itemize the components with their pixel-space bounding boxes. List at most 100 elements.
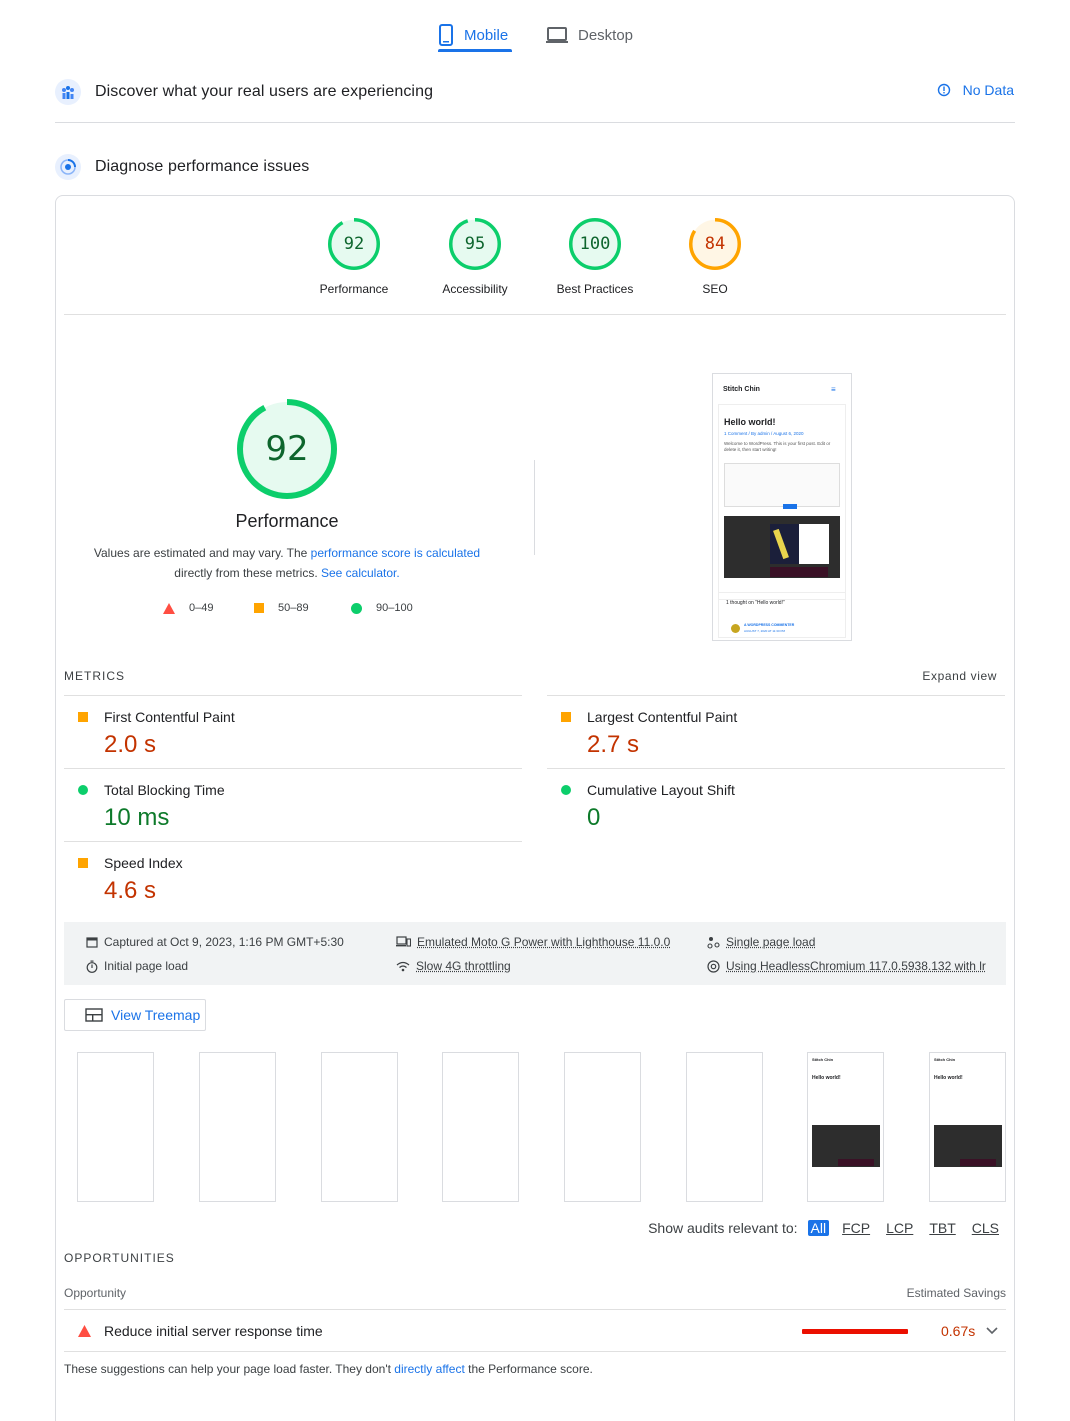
filter-lcp[interactable]: LCP xyxy=(883,1220,916,1236)
tab-desktop[interactable]: Desktop xyxy=(546,18,633,52)
tab-active-indicator xyxy=(438,49,512,52)
savings-column: Estimated Savings xyxy=(907,1286,1006,1300)
performance-big-label: Performance xyxy=(187,511,387,532)
frame-post-title: Hello world! xyxy=(812,1075,841,1081)
no-data-link[interactable]: No Data xyxy=(937,82,1014,98)
section-divider xyxy=(55,122,1015,123)
network-throttling[interactable]: Slow 4G throttling xyxy=(396,959,511,973)
filter-fcp[interactable]: FCP xyxy=(839,1220,873,1236)
metric-fcp: First Contentful Paint 2.0 s xyxy=(64,695,522,768)
metric-value: 4.6 s xyxy=(104,877,156,905)
tab-desktop-label: Desktop xyxy=(578,27,633,44)
square-icon xyxy=(78,858,88,868)
view-treemap-button[interactable]: View Treemap xyxy=(64,999,206,1031)
shot-site-title: Stitch Chin xyxy=(723,386,760,393)
see-calculator-link[interactable]: See calculator. xyxy=(321,566,400,580)
initial-text: Initial page load xyxy=(104,959,188,973)
browser-info[interactable]: Using HeadlessChromium 117.0.5938.132 wi… xyxy=(707,959,986,973)
gauges-divider xyxy=(64,314,1006,315)
metric-value: 2.0 s xyxy=(104,731,156,759)
frame-site-title: Stitch Chin xyxy=(934,1057,955,1062)
filter-cls[interactable]: CLS xyxy=(969,1220,1002,1236)
devices-icon xyxy=(396,936,411,948)
score-calculated-link[interactable]: performance score is calculated xyxy=(311,546,480,560)
nodes-icon xyxy=(707,936,720,949)
frame-site-title: Stitch Chin xyxy=(812,1057,833,1062)
legend-pass-label: 90–100 xyxy=(376,602,413,614)
timer-icon xyxy=(86,960,98,973)
menu-icon: ≡ xyxy=(831,385,836,394)
gauge-best-practices[interactable]: 100 Best Practices xyxy=(540,218,650,296)
metrics-heading: METRICS xyxy=(64,669,125,683)
wifi-icon xyxy=(396,961,410,972)
performance-description: Values are estimated and may vary. The p… xyxy=(80,543,494,583)
legend-fail: 0–49 xyxy=(163,602,213,614)
triangle-icon xyxy=(163,603,175,614)
tab-mobile[interactable]: Mobile xyxy=(438,18,508,52)
crux-section: Discover what your real users are experi… xyxy=(55,79,1015,105)
frame-media-bar xyxy=(838,1159,874,1166)
metric-label: Speed Index xyxy=(104,855,183,871)
metric-value: 0 xyxy=(587,804,600,832)
treemap-icon xyxy=(85,1008,103,1022)
metric-label: First Contentful Paint xyxy=(104,709,235,725)
device-text: Emulated Moto G Power with Lighthouse 11… xyxy=(417,935,670,949)
legend-average: 50–89 xyxy=(254,602,309,614)
filter-all[interactable]: All xyxy=(808,1220,830,1236)
no-data-label: No Data xyxy=(963,82,1014,98)
shot-media-bar xyxy=(770,567,828,577)
note-text: the Performance score. xyxy=(465,1362,593,1376)
single-page-load[interactable]: Single page load xyxy=(707,935,815,949)
opportunity-row[interactable]: Reduce initial server response time 0.67… xyxy=(64,1309,1006,1352)
metric-label: Cumulative Layout Shift xyxy=(587,782,735,798)
filmstrip-frame xyxy=(686,1052,763,1202)
filmstrip-frame-loaded: Stitch Chin Hello world! xyxy=(929,1052,1006,1202)
shot-media-panel xyxy=(799,524,829,564)
triangle-icon xyxy=(78,1325,91,1337)
runtime-info: Captured at Oct 9, 2023, 1:16 PM GMT+5:3… xyxy=(64,922,1006,985)
expand-view-toggle[interactable]: Expand view xyxy=(922,669,997,683)
desktop-icon xyxy=(546,26,568,44)
filter-label: Show audits relevant to: xyxy=(648,1220,797,1236)
circle-icon xyxy=(78,785,88,795)
single-text: Single page load xyxy=(726,935,815,949)
shot-post-title: Hello world! xyxy=(724,417,776,427)
filter-tbt[interactable]: TBT xyxy=(926,1220,958,1236)
audit-filter: Show audits relevant to: All FCP LCP TBT… xyxy=(648,1220,1002,1236)
square-icon xyxy=(561,712,571,722)
chevron-down-icon[interactable] xyxy=(986,1327,998,1335)
shot-avatar xyxy=(731,624,740,633)
metric-si: Speed Index 4.6 s xyxy=(64,841,522,914)
tab-mobile-label: Mobile xyxy=(464,27,508,44)
savings-value: 0.67s xyxy=(941,1323,975,1339)
throttling-text: Slow 4G throttling xyxy=(416,959,511,973)
metric-value: 2.7 s xyxy=(587,731,639,759)
final-screenshot[interactable]: Stitch Chin ≡ Hello world! 1 Comment / B… xyxy=(712,373,852,641)
emulated-device[interactable]: Emulated Moto G Power with Lighthouse 11… xyxy=(396,935,670,949)
gauge-label: Accessibility xyxy=(442,282,507,296)
filmstrip-frame xyxy=(564,1052,641,1202)
shot-comment-head: 1 thought on “Hello world!” xyxy=(726,600,785,606)
initial-page-load: Initial page load xyxy=(86,959,188,973)
gauge-performance[interactable]: 92 Performance xyxy=(299,218,409,296)
square-icon xyxy=(254,603,264,613)
metric-label: Largest Contentful Paint xyxy=(587,709,737,725)
square-icon xyxy=(78,712,88,722)
gauge-label: SEO xyxy=(702,282,727,296)
calendar-icon xyxy=(86,936,98,948)
gauge-score: 92 xyxy=(328,218,380,270)
gauge-accessibility[interactable]: 95 Accessibility xyxy=(420,218,530,296)
legend-pass: 90–100 xyxy=(351,602,413,614)
gauge-seo[interactable]: 84 SEO xyxy=(660,218,770,296)
opportunities-note: These suggestions can help your page loa… xyxy=(64,1362,593,1376)
captured-text: Captured at Oct 9, 2023, 1:16 PM GMT+5:3… xyxy=(104,935,344,949)
gauge-score: 84 xyxy=(689,218,741,270)
directly-affect-link[interactable]: directly affect xyxy=(394,1362,464,1376)
gauge-label: Performance xyxy=(320,282,389,296)
shot-commenter: A WORDPRESS COMMENTER xyxy=(744,623,794,627)
info-icon xyxy=(937,83,951,97)
gauge-score: 100 xyxy=(569,218,621,270)
legend-fail-label: 0–49 xyxy=(189,602,213,614)
metric-cls: Cumulative Layout Shift 0 xyxy=(547,768,1005,841)
vertical-divider xyxy=(534,460,535,555)
